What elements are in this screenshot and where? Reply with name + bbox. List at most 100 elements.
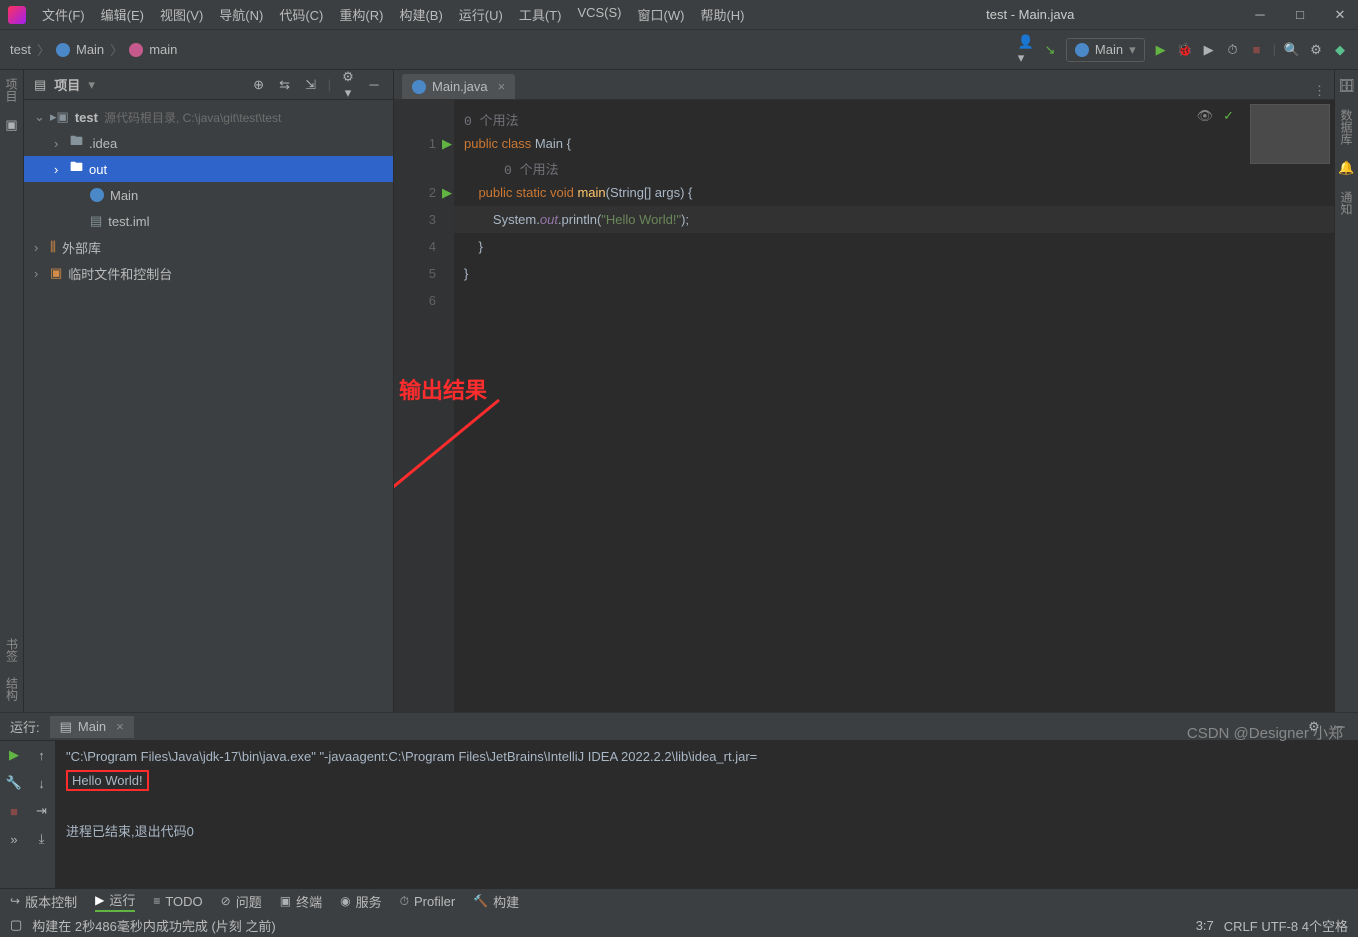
menu-help[interactable]: 帮助(H): [694, 3, 750, 26]
stop-icon[interactable]: ■: [6, 803, 22, 819]
tree-out-folder[interactable]: ›🖿 out: [24, 156, 393, 182]
tree-external-libs[interactable]: ›⫼ 外部库: [24, 234, 393, 260]
tree-item-label: Main: [110, 188, 138, 203]
user-icon[interactable]: 👤▾: [1018, 42, 1034, 58]
settings-icon[interactable]: ⚙: [1308, 42, 1324, 58]
bell-icon[interactable]: 🔔: [1339, 160, 1355, 176]
menu-view[interactable]: 视图(V): [154, 3, 209, 26]
reader-mode-icon[interactable]: 👁: [1197, 108, 1214, 124]
method-icon: [129, 43, 143, 57]
project-tool-button[interactable]: 项目: [3, 78, 20, 102]
editor-tab-main[interactable]: Main.java ×: [402, 74, 515, 99]
services-tool-button[interactable]: ◉ 服务: [340, 892, 382, 911]
menu-refactor[interactable]: 重构(R): [333, 3, 389, 26]
tree-item-label: 外部库: [62, 238, 101, 257]
down-icon[interactable]: ↓: [34, 775, 50, 791]
run-icon[interactable]: ▶: [1153, 42, 1169, 58]
vcs-tool-button[interactable]: ↪ 版本控制: [10, 892, 77, 911]
run-config-selector[interactable]: Main ▾: [1066, 38, 1145, 62]
run-tool-button[interactable]: ▶ 运行: [95, 890, 135, 912]
usage-hint[interactable]: 0 个用法: [454, 157, 1334, 179]
breadcrumb-method[interactable]: main: [149, 42, 177, 57]
tab-close-icon[interactable]: ×: [116, 719, 124, 734]
tabs-more-icon[interactable]: ⋮: [1305, 83, 1334, 99]
profile-icon[interactable]: ⏱: [1225, 42, 1241, 58]
collapse-icon[interactable]: ⇲: [302, 77, 320, 93]
close-icon[interactable]: ✕: [1330, 7, 1350, 23]
menu-vcs[interactable]: VCS(S): [571, 3, 627, 26]
run-tab[interactable]: ▤ Main ×: [50, 716, 134, 738]
run-tool-window: 运行: ▤ Main × ⚙ ─ ▶ 🔧 ■ » ↑ ↓ ⇥ ⤓ "C:\Pro…: [0, 712, 1358, 888]
codewithme-icon[interactable]: ◆: [1332, 42, 1348, 58]
maximize-icon[interactable]: □: [1290, 7, 1310, 23]
bookmarks-tool-button[interactable]: 书签: [4, 638, 21, 662]
notifications-tool-button[interactable]: 通知: [1338, 191, 1355, 215]
status-message: 构建在 2秒486毫秒内成功完成 (片刻 之前): [32, 916, 275, 935]
minimize-icon[interactable]: ─: [1250, 7, 1270, 23]
no-problems-icon[interactable]: ✓: [1223, 108, 1234, 124]
breadcrumb-class[interactable]: Main: [76, 42, 104, 57]
bottom-tool-bar: ↪ 版本控制 ▶ 运行 ≡ TODO ⊘ 问题 ▣ 终端 ◉ 服务 ⏱ Prof…: [0, 888, 1358, 913]
console-output[interactable]: "C:\Program Files\Java\jdk-17\bin\java.e…: [56, 741, 1358, 888]
structure-tool-button[interactable]: 结构: [4, 677, 21, 701]
run-tab-label: Main: [78, 719, 106, 734]
run-panel-title: 运行:: [10, 717, 40, 736]
line-number[interactable]: 2▶: [394, 179, 454, 206]
project-panel-title: 项目: [54, 75, 80, 94]
menu-edit[interactable]: 编辑(E): [95, 3, 150, 26]
project-view-icon: ▤: [34, 77, 46, 93]
console-stdout: Hello World!: [72, 773, 143, 788]
tree-iml-file[interactable]: ▤ test.iml: [24, 208, 393, 234]
watermark: CSDN @Designer 小郑: [1187, 722, 1343, 743]
run-gutter-icon[interactable]: ▶: [442, 185, 452, 201]
build-icon[interactable]: ↘: [1042, 42, 1058, 58]
stop-icon[interactable]: ■: [1249, 42, 1265, 58]
ide-logo-icon: [8, 6, 26, 24]
database-icon[interactable]: 🗄: [1339, 78, 1355, 94]
database-tool-button[interactable]: 数据库: [1338, 109, 1355, 145]
minimap[interactable]: [1250, 104, 1330, 164]
profiler-tool-button[interactable]: ⏱ Profiler: [400, 894, 456, 909]
terminal-tool-button[interactable]: ▣ 终端: [280, 892, 322, 911]
line-number[interactable]: 5: [394, 260, 454, 287]
menu-build[interactable]: 构建(B): [393, 3, 448, 26]
status-icon[interactable]: ▢: [10, 917, 22, 933]
tree-scratches[interactable]: ›▣ 临时文件和控制台: [24, 260, 393, 286]
line-number[interactable]: 4: [394, 233, 454, 260]
coverage-icon[interactable]: ▶: [1201, 42, 1217, 58]
wrench-icon[interactable]: 🔧: [6, 775, 22, 791]
tree-idea-folder[interactable]: ›🖿 .idea: [24, 130, 393, 156]
menu-tools[interactable]: 工具(T): [513, 3, 568, 26]
select-opened-icon[interactable]: ⊕: [250, 77, 268, 93]
search-icon[interactable]: 🔍: [1284, 42, 1300, 58]
run-gutter-icon[interactable]: ▶: [442, 136, 452, 152]
wrap-icon[interactable]: ⇥: [34, 803, 50, 819]
menu-file[interactable]: 文件(F): [36, 3, 91, 26]
menu-code[interactable]: 代码(C): [273, 3, 329, 26]
tree-main-class[interactable]: Main: [24, 182, 393, 208]
line-number[interactable]: 1▶: [394, 130, 454, 157]
more-icon[interactable]: »: [6, 831, 22, 847]
code-content[interactable]: 0 个用法 public class Main { 0 个用法 public s…: [454, 100, 1334, 712]
build-tool-button[interactable]: 🔨 构建: [473, 892, 519, 911]
line-number[interactable]: 3: [394, 206, 454, 233]
tab-close-icon[interactable]: ×: [498, 79, 506, 94]
caret-position[interactable]: 3:7: [1196, 918, 1214, 933]
encoding-info[interactable]: CRLF UTF-8 4个空格: [1224, 916, 1348, 935]
line-number[interactable]: 6: [394, 287, 454, 314]
problems-tool-button[interactable]: ⊘ 问题: [221, 892, 262, 911]
expand-icon[interactable]: ⇆: [276, 77, 294, 93]
menu-nav[interactable]: 导航(N): [213, 3, 269, 26]
console-cmd-line: "C:\Program Files\Java\jdk-17\bin\java.e…: [66, 749, 1348, 764]
folder-icon[interactable]: ▣: [4, 117, 20, 133]
menu-window[interactable]: 窗口(W): [632, 3, 691, 26]
panel-settings-icon[interactable]: ⚙ ▾: [339, 69, 357, 101]
scroll-icon[interactable]: ⤓: [34, 831, 50, 847]
hide-panel-icon[interactable]: ─: [365, 77, 383, 92]
breadcrumb-project[interactable]: test: [10, 42, 31, 57]
menu-run[interactable]: 运行(U): [453, 3, 509, 26]
todo-tool-button[interactable]: ≡ TODO: [153, 894, 202, 909]
main-menu: 文件(F) 编辑(E) 视图(V) 导航(N) 代码(C) 重构(R) 构建(B…: [36, 3, 750, 26]
debug-icon[interactable]: 🐞: [1177, 42, 1193, 58]
tree-root[interactable]: ⌄▸▣ test 源代码根目录, C:\java\git\test\test: [24, 104, 393, 130]
